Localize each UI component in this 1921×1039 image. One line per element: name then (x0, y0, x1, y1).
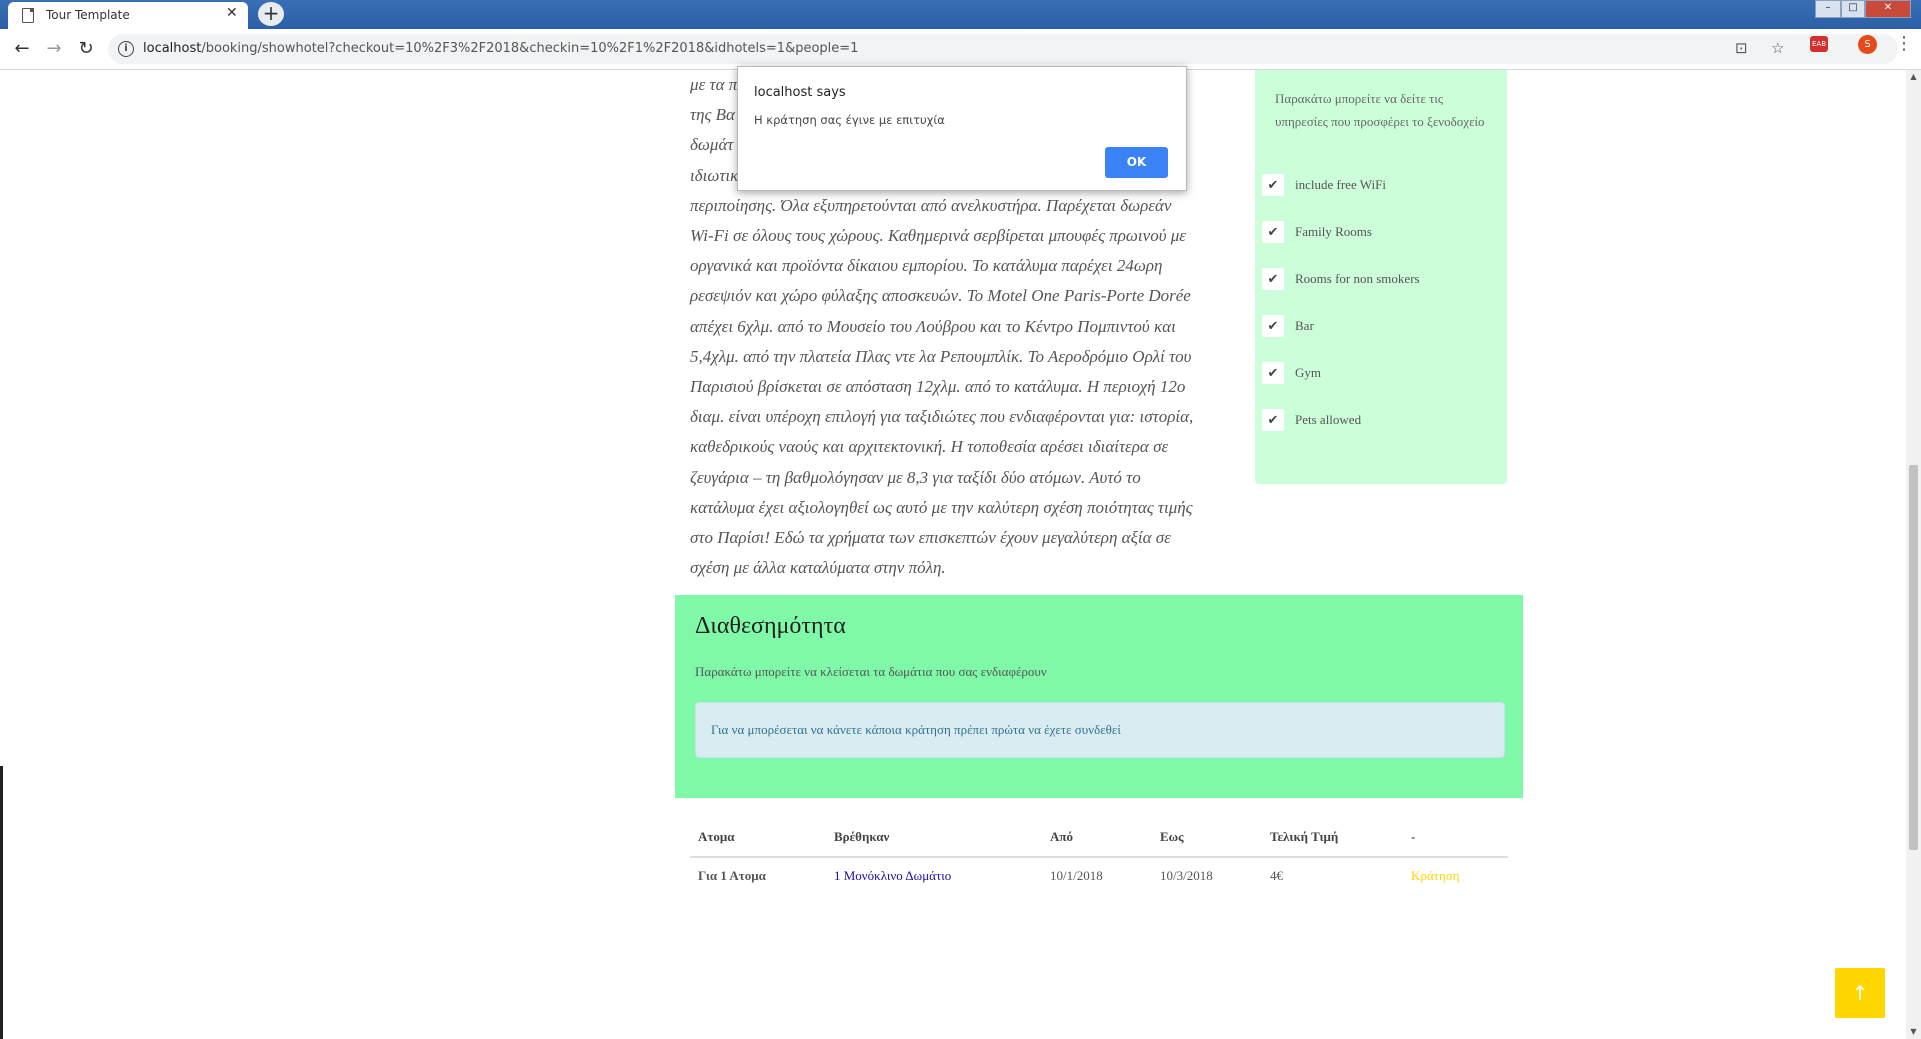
service-label: Bar (1295, 318, 1314, 333)
reload-button[interactable]: ↻ (74, 37, 98, 61)
info-icon[interactable]: i (118, 41, 134, 57)
scroll-to-top-button[interactable]: ↑ (1835, 968, 1885, 1018)
services-panel: Παρακάτω μπορείτε να δείτε τις υπηρεσίες… (1255, 70, 1507, 484)
check-icon: ✔ (1262, 409, 1284, 431)
ok-button[interactable]: OK (1105, 147, 1168, 178)
page-viewport: με τα π ιτερα της Βα ύμενα δωμάτ ται ιδι… (0, 70, 1906, 1039)
check-icon: ✔ (1262, 362, 1284, 384)
alert-dialog: localhost says Η κράτηση σας έγινε με επ… (737, 66, 1187, 191)
book-link[interactable]: Κράτηση (1411, 868, 1460, 883)
browser-menu-icon[interactable]: ⋮ (1895, 33, 1913, 54)
minimize-button[interactable]: – (1815, 0, 1841, 18)
checkin-cell: 10/1/2018 (1050, 868, 1103, 883)
url-text[interactable]: localhost/booking/showhotel?checkout=10%… (143, 41, 858, 56)
browser-toolbar: ← → ↻ i localhost/booking/showhotel?chec… (0, 29, 1921, 70)
room-cell: 1 Μονόκλινο Δωμάτιο (826, 857, 1042, 894)
column-header: Εως (1152, 818, 1262, 858)
page-edge-divider (0, 766, 3, 1039)
service-label: Pets allowed (1295, 412, 1362, 427)
scroll-up-arrow-icon[interactable]: ▲ (1906, 70, 1921, 84)
scrollbar-thumb[interactable] (1909, 465, 1918, 850)
service-label: Rooms for non smokers (1295, 271, 1420, 286)
scroll-down-arrow-icon[interactable]: ▼ (1906, 1025, 1921, 1039)
room-link[interactable]: 1 Μονόκλινο Δωμάτιο (834, 868, 951, 883)
check-icon: ✔ (1262, 221, 1284, 243)
column-header: Από (1042, 818, 1152, 858)
description-line: ρεσεψιόν και χώρο φύλαξης αποσκευών. Το … (690, 286, 1191, 306)
description-line: σχέση με άλλα καταλύματα στην πόλη. (690, 558, 946, 578)
check-icon: ✔ (1262, 174, 1284, 196)
forward-button[interactable]: → (42, 37, 66, 61)
alert-text: Για να μπορέσεται να κάνετε κάποια κράτη… (711, 722, 1121, 737)
availability-title: Διαθεσημότητα (695, 613, 846, 639)
availability-subtitle: Παρακάτω μπορείτε να κλείσεται τα δωμάτι… (695, 664, 1047, 679)
maximize-button[interactable]: □ (1841, 0, 1865, 18)
service-label: Family Rooms (1295, 224, 1372, 239)
dialog-message: Η κράτηση σας έγινε με επιτυχία (754, 113, 945, 127)
login-required-alert: Για να μπορέσεται να κάνετε κάποια κράτη… (695, 702, 1505, 758)
service-label: Gym (1295, 365, 1321, 380)
profile-avatar[interactable]: S (1858, 35, 1877, 54)
description-line: στο Παρίσι! Εδώ τα χρήματα των επισκεπτώ… (690, 528, 1171, 548)
service-item: ✔ Rooms for non smokers (1262, 264, 1420, 294)
translate-icon[interactable]: ⊡ (1735, 39, 1748, 57)
checkout-cell: 10/3/2018 (1160, 868, 1213, 883)
table-header-row: Ατομα Βρέθηκαν Από Εως Τελική Τιμή - (690, 818, 1508, 858)
people-cell: Για 1 Ατομα (698, 868, 766, 883)
address-bar[interactable]: i localhost/booking/showhotel?checkout=1… (108, 34, 1898, 64)
description-line: καθεδρικούς ναούς και αρχιτεκτονική. Η τ… (690, 437, 1169, 457)
table-row: Για 1 Ατομα 1 Μονόκλινο Δωμάτιο 10/1/201… (690, 857, 1508, 894)
rooms-table: Ατομα Βρέθηκαν Από Εως Τελική Τιμή - Για… (690, 818, 1508, 894)
service-item: ✔ Bar (1262, 311, 1314, 341)
description-line: οργανικά και προϊόντα δίκαιου εμπορίου. … (690, 256, 1163, 276)
description-line: κατάλυμα έχει αξιολογηθεί ως αυτό με την… (690, 497, 1193, 517)
close-window-button[interactable]: ✕ (1865, 0, 1911, 18)
url-host: localhost (143, 41, 202, 56)
service-item: ✔ Gym (1262, 358, 1321, 388)
description-line: περιποίησης. Όλα εξυπηρετούνται από ανελ… (690, 195, 1172, 215)
tab-title: Tour Template (46, 8, 130, 22)
window-titlebar: Tour Template ✕ + – □ ✕ (0, 0, 1921, 29)
window-controls: – □ ✕ (1815, 0, 1915, 18)
action-cell: Κράτηση (1403, 857, 1508, 894)
page-scrollbar[interactable]: ▲ ▼ (1906, 70, 1921, 1039)
service-label: include free WiFi (1295, 177, 1386, 192)
description-line: Wi-Fi σε όλους τους χώρους. Καθημερινά σ… (690, 226, 1186, 246)
back-button[interactable]: ← (10, 37, 34, 61)
bookmark-star-icon[interactable]: ☆ (1771, 39, 1784, 57)
column-header: Ατομα (690, 818, 826, 858)
service-item: ✔ Pets allowed (1262, 405, 1361, 435)
dialog-title: localhost says (754, 85, 846, 100)
close-tab-icon[interactable]: ✕ (226, 5, 238, 21)
column-header: Βρέθηκαν (826, 818, 1042, 858)
extension-icon[interactable]: EAB (1810, 36, 1828, 52)
service-item: ✔ Family Rooms (1262, 217, 1372, 247)
description-line: ζευγάρια – τη βαθμολόγησαν με 8,3 για τα… (690, 467, 1141, 487)
page-icon (22, 8, 34, 23)
description-line: 5,4χλμ. από την πλατεία Πλας ντε λα Ρεπο… (690, 346, 1192, 366)
services-intro: Παρακάτω μπορείτε να δείτε τις υπηρεσίες… (1275, 91, 1485, 129)
url-path: /booking/showhotel?checkout=10%2F3%2F201… (201, 41, 859, 56)
column-header: Τελική Τιμή (1262, 818, 1403, 858)
price-cell: 4€ (1270, 868, 1283, 883)
check-icon: ✔ (1262, 315, 1284, 337)
description-line: Παρισιού βρίσκεται σε απόσταση 12χλμ. απ… (690, 377, 1186, 397)
availability-section: Διαθεσημότητα Παρακάτω μπορείτε να κλείσ… (675, 595, 1523, 798)
check-icon: ✔ (1262, 268, 1284, 290)
column-header: - (1403, 818, 1508, 858)
description-line: απέχει 6χλμ. από το Μουσείο του Λούβρου … (690, 316, 1176, 336)
description-line: διαμ. είναι υπέροχη επιλογή για ταξιδιώτ… (690, 407, 1194, 427)
new-tab-button[interactable]: + (258, 2, 284, 26)
service-item: ✔ include free WiFi (1262, 170, 1386, 200)
browser-tab[interactable]: Tour Template ✕ (8, 2, 248, 29)
